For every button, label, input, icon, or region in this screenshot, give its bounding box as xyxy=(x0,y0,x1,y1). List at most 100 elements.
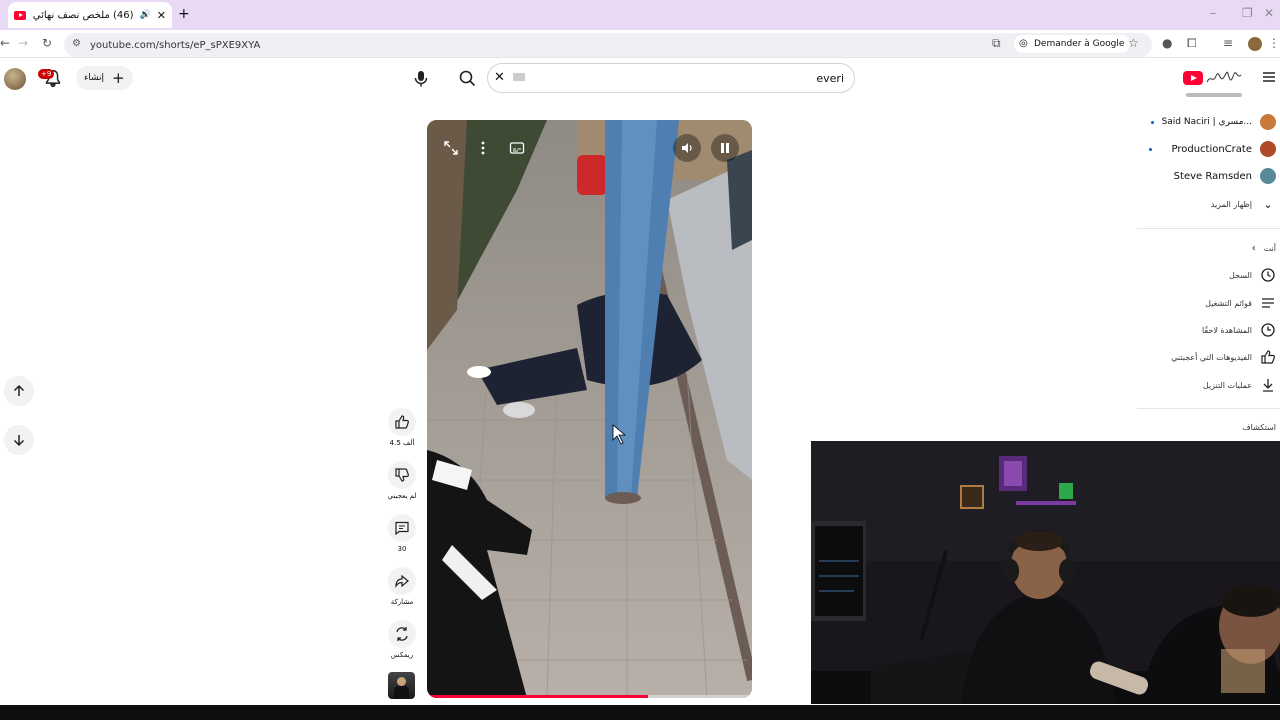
voice-search-icon[interactable] xyxy=(408,63,434,93)
show-more-button[interactable]: إظهار المزيد ⌄ xyxy=(1211,192,1280,216)
sidebar-item-watch-later[interactable]: المشاهدة لاحقًا xyxy=(1202,318,1280,342)
explore-heading: استكشاف xyxy=(1242,415,1280,439)
dislike-button[interactable] xyxy=(388,461,416,489)
sound-thumbnail[interactable] xyxy=(388,672,415,699)
explore-label: استكشاف xyxy=(1242,422,1276,432)
sidebar-divider xyxy=(1137,228,1280,229)
profile-avatar[interactable] xyxy=(1248,37,1262,51)
webcam-scene xyxy=(811,441,1280,704)
sidebar-item-label: المشاهدة لاحقًا xyxy=(1201,325,1252,335)
share-icon xyxy=(395,574,409,589)
chevron-down-icon: ⌄ xyxy=(1263,197,1273,211)
sidebar-item-history[interactable]: السجل xyxy=(1229,263,1280,287)
previous-short-button[interactable] xyxy=(4,376,34,406)
you-section-header[interactable]: ‹ أنت xyxy=(1252,236,1280,260)
share-action: مشاركة xyxy=(386,567,418,606)
subscription-name: ProductionCrate xyxy=(1171,143,1253,155)
playlist-icon xyxy=(1262,298,1274,308)
minimize-icon[interactable]: – xyxy=(1210,6,1216,20)
new-content-dot xyxy=(1150,120,1154,124)
sidebar-partial-item xyxy=(1186,92,1246,98)
back-icon[interactable]: ← xyxy=(0,36,10,50)
next-short-button[interactable] xyxy=(4,425,34,455)
sidebar-divider xyxy=(1137,408,1280,409)
bottom-letterbox xyxy=(0,705,1280,720)
extension-icon[interactable]: ● xyxy=(1162,36,1172,50)
pause-icon xyxy=(721,143,729,153)
channel-avatar xyxy=(1260,141,1276,157)
channel-avatar xyxy=(1260,168,1276,184)
share-button[interactable] xyxy=(388,567,416,595)
like-action: 4.5 ألف xyxy=(386,408,418,447)
site-info-icon[interactable]: ⚙ xyxy=(72,38,81,49)
sidebar-item-playlists[interactable]: قوائم التشغيل xyxy=(1205,291,1280,315)
sidebar-item-label: الفيديوهات التي أعجبتني xyxy=(1171,352,1252,362)
remix-button[interactable] xyxy=(388,620,416,648)
sidebar-item-downloads[interactable]: عمليات التنزيل xyxy=(1203,373,1280,397)
browser-toolbar: ← → ↻ ⚙ youtube.com/shorts/eP_sPXE9XYA ⧉… xyxy=(0,30,1280,58)
volume-button[interactable] xyxy=(673,134,701,162)
new-tab-icon[interactable]: + xyxy=(178,6,190,22)
you-section-label: أنت xyxy=(1263,243,1276,253)
reload-icon[interactable]: ↻ xyxy=(42,36,52,50)
window-close-icon[interactable]: ✕ xyxy=(1264,6,1274,20)
audio-icon[interactable]: 🔊 xyxy=(140,10,151,20)
browser-menu-icon[interactable]: ⋮ xyxy=(1268,36,1280,50)
captions-icon[interactable] xyxy=(509,140,525,156)
thumbs-up-icon xyxy=(395,415,409,429)
subscription-item[interactable]: ProductionCrate xyxy=(1148,137,1280,161)
clear-search-icon[interactable]: ✕ xyxy=(494,70,505,85)
sidebar-item-label: السجل xyxy=(1228,270,1252,280)
extensions-puzzle-icon[interactable]: ⧠ xyxy=(1187,36,1197,51)
like-button[interactable] xyxy=(388,408,416,436)
install-app-icon[interactable]: ⧉ xyxy=(992,36,1001,51)
tab-title: (46) ملخص نصف نهائي YouTube xyxy=(32,9,134,21)
remix-label: ريمكس xyxy=(390,651,414,659)
arrow-up-icon xyxy=(13,384,25,396)
webcam-overlay xyxy=(811,441,1280,704)
like-count: 4.5 ألف xyxy=(389,439,415,447)
subscription-name: Steve Ramsden xyxy=(1173,170,1252,182)
comments-action: 30 xyxy=(386,514,418,553)
progress-bar[interactable] xyxy=(427,695,648,698)
forward-icon[interactable]: → xyxy=(18,36,28,50)
shorts-video-player[interactable] xyxy=(427,120,752,698)
youtube-favicon-icon xyxy=(14,10,26,20)
more-options-icon[interactable] xyxy=(477,140,489,156)
thumbs-down-icon xyxy=(395,468,409,482)
comments-button[interactable] xyxy=(388,514,416,542)
download-icon xyxy=(1263,379,1273,392)
url-text: youtube.com/shorts/eP_sPXE9XYA xyxy=(90,39,261,51)
youtube-logo[interactable] xyxy=(1183,68,1249,88)
guide-menu-icon[interactable] xyxy=(1262,70,1276,84)
tab-close-icon[interactable]: ✕ xyxy=(157,9,166,22)
subscription-item[interactable]: Said Naciri | مسري... xyxy=(1150,110,1280,134)
search-icon[interactable] xyxy=(452,63,482,93)
sidebar-item-liked[interactable]: الفيديوهات التي أعجبتني xyxy=(1171,345,1280,369)
comment-count: 30 xyxy=(397,545,407,553)
google-lens-icon: ◎ xyxy=(1019,38,1028,49)
tab-strip: (46) ملخص نصف نهائي YouTube 🔊 ✕ + – ❐ ✕ xyxy=(0,0,1280,30)
liked-icon xyxy=(1261,350,1275,364)
browser-tab[interactable]: (46) ملخص نصف نهائي YouTube 🔊 ✕ xyxy=(8,2,172,28)
dislike-action: لم يعجبني xyxy=(386,461,418,500)
sidebar-item-label: عمليات التنزيل xyxy=(1202,380,1252,390)
remix-icon xyxy=(396,627,408,641)
search-input[interactable]: ✕ everi xyxy=(487,63,855,93)
restore-icon[interactable]: ❐ xyxy=(1242,6,1253,20)
fullscreen-icon[interactable] xyxy=(443,140,459,156)
arrow-down-icon xyxy=(13,435,25,447)
video-frame xyxy=(427,120,752,698)
pause-button[interactable] xyxy=(711,134,739,162)
sidebar-item-label: قوائم التشغيل xyxy=(1205,298,1252,308)
keyboard-icon[interactable] xyxy=(513,73,525,81)
subscription-item[interactable]: Steve Ramsden xyxy=(1174,164,1280,188)
ask-google-button[interactable]: ◎ Demander à Google xyxy=(1014,35,1131,53)
bookmark-star-icon[interactable]: ☆ xyxy=(1128,36,1139,50)
media-control-icon[interactable]: ≡ xyxy=(1223,36,1233,50)
dislike-label: لم يعجبني xyxy=(387,492,417,500)
address-bar[interactable]: ⚙ youtube.com/shorts/eP_sPXE9XYA xyxy=(64,33,1152,57)
remix-action: ريمكس xyxy=(386,620,418,659)
watch-later-icon xyxy=(1261,323,1275,337)
new-content-dot xyxy=(1148,147,1152,151)
